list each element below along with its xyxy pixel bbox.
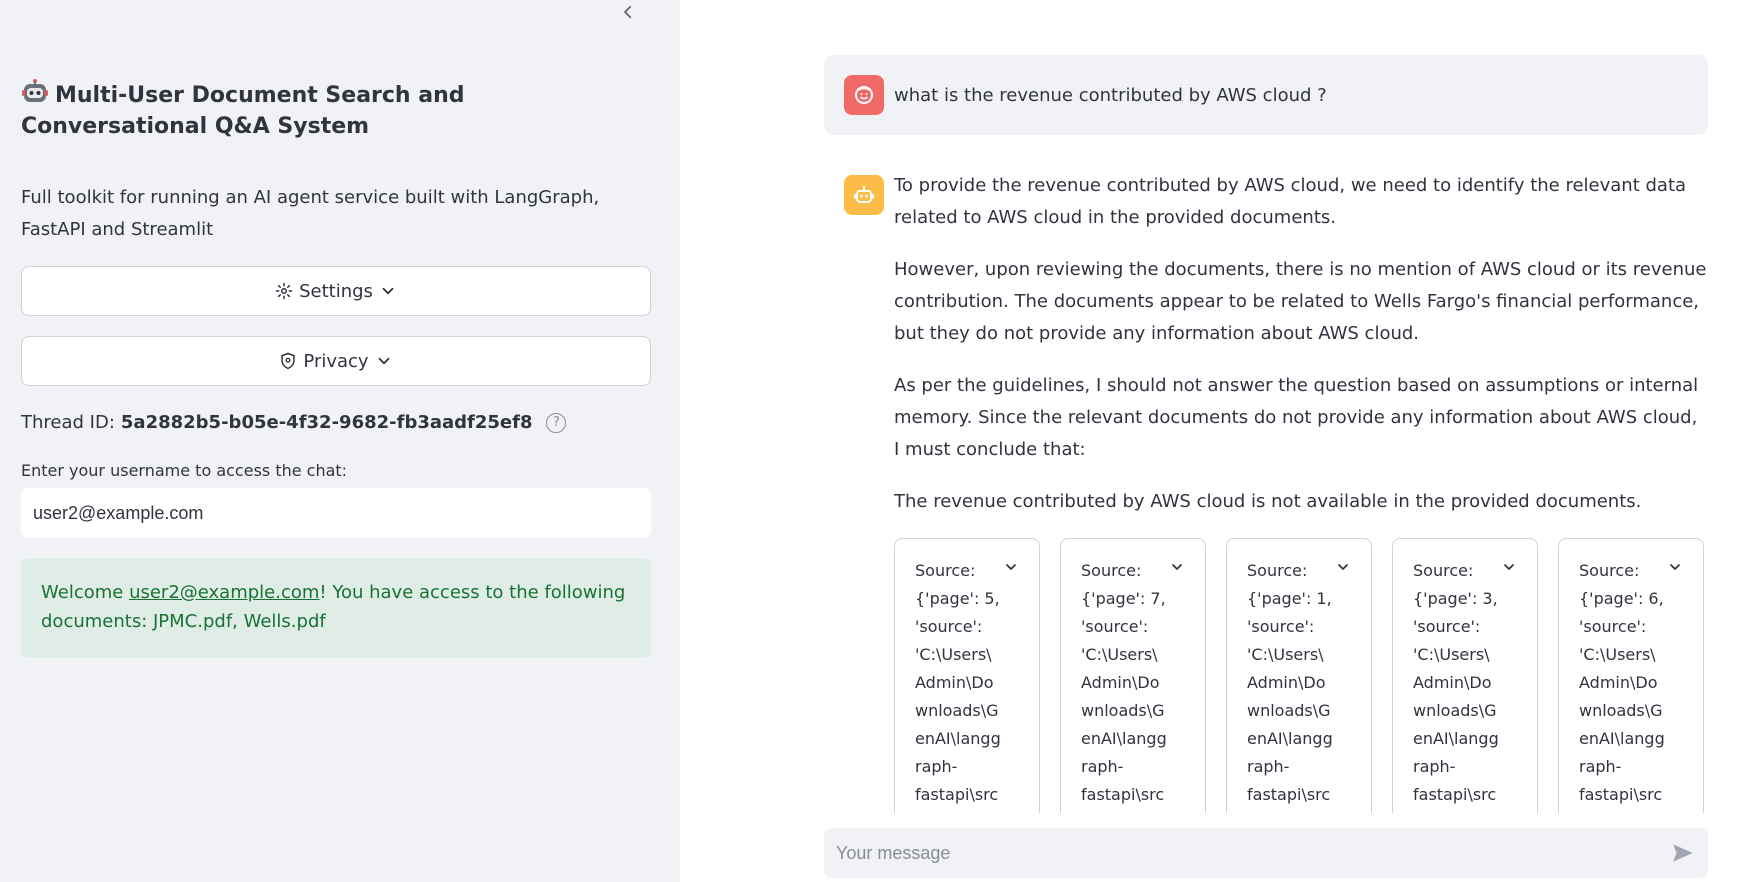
chevron-down-icon [1670,564,1680,570]
message-input[interactable] [836,842,1670,864]
chevron-left-icon[interactable] [616,0,640,24]
chat-input-bar [824,828,1708,878]
assistant-paragraph: However, upon reviewing the documents, t… [894,259,1707,344]
source-expander[interactable]: Source: {'page': 6, 'source': 'C:\Users\… [1558,538,1704,813]
source-text: Source: {'page': 5, 'source': 'C:\Users\… [915,561,1001,804]
user-message-text: what is the revenue contributed by AWS c… [894,84,1327,106]
welcome-alert: Welcome user2@example.com! You have acce… [21,558,651,658]
chevron-down-icon [1172,564,1182,570]
sources-row: Source: {'page': 5, 'source': 'C:\Users\… [894,538,1708,813]
user-message: what is the revenue contributed by AWS c… [824,55,1708,135]
chevron-down-icon [1338,564,1348,570]
chevron-down-icon [378,357,389,365]
help-icon[interactable]: ? [546,412,567,433]
app-root: Multi-User Document Search and Conversat… [0,0,1754,882]
thread-id-row: Thread ID: 5a2882b5-b05e-4f32-9682-fb3aa… [21,412,651,433]
source-expander[interactable]: Source: {'page': 7, 'source': 'C:\Users\… [1060,538,1206,813]
assistant-paragraph: The revenue contributed by AWS cloud is … [894,491,1642,512]
alert-prefix: Welcome [41,582,130,603]
source-text: Source: {'page': 6, 'source': 'C:\Users\… [1579,561,1665,804]
sidebar: Multi-User Document Search and Conversat… [0,0,680,882]
user-email-link[interactable]: user2@example.com [129,582,319,603]
user-avatar-icon [844,75,884,115]
settings-label: Settings [299,280,373,302]
chat-main: what is the revenue contributed by AWS c… [680,0,1754,882]
shield-icon [281,352,296,370]
chevron-down-icon [1504,564,1514,570]
chevron-down-icon [1006,564,1016,570]
chevron-down-icon [382,287,394,295]
source-text: Source: {'page': 1, 'source': 'C:\Users\… [1247,561,1333,804]
assistant-paragraph: To provide the revenue contributed by AW… [894,175,1687,228]
page-title: Multi-User Document Search and Conversat… [21,78,651,142]
username-input[interactable] [21,488,651,538]
page-title-text: Multi-User Document Search and Conversat… [21,83,465,139]
assistant-message: To provide the revenue contributed by AW… [844,175,1708,813]
robot-face-icon [21,78,49,106]
source-text: Source: {'page': 3, 'source': 'C:\Users\… [1413,561,1499,804]
send-icon[interactable] [1670,840,1696,866]
source-text: Source: {'page': 7, 'source': 'C:\Users\… [1081,561,1167,804]
thread-id-value: 5a2882b5-b05e-4f32-9682-fb3aadf25ef8 [120,412,533,433]
settings-expander[interactable]: Settings [21,266,651,316]
thread-label: Thread ID: [21,412,115,433]
assistant-paragraph: As per the guidelines, I should not answ… [894,375,1699,460]
source-expander[interactable]: Source: {'page': 1, 'source': 'C:\Users\… [1226,538,1372,813]
privacy-expander[interactable]: Privacy [21,336,651,386]
assistant-message-body: To provide the revenue contributed by AW… [894,175,1708,813]
username-label: Enter your username to access the chat: [21,461,348,480]
privacy-label: Privacy [303,350,369,372]
source-expander[interactable]: Source: {'page': 3, 'source': 'C:\Users\… [1392,538,1538,813]
app-description: Full toolkit for running an AI agent ser… [21,187,600,240]
gear-icon [275,282,293,300]
source-expander[interactable]: Source: {'page': 5, 'source': 'C:\Users\… [894,538,1040,813]
bot-avatar-icon [844,175,884,215]
